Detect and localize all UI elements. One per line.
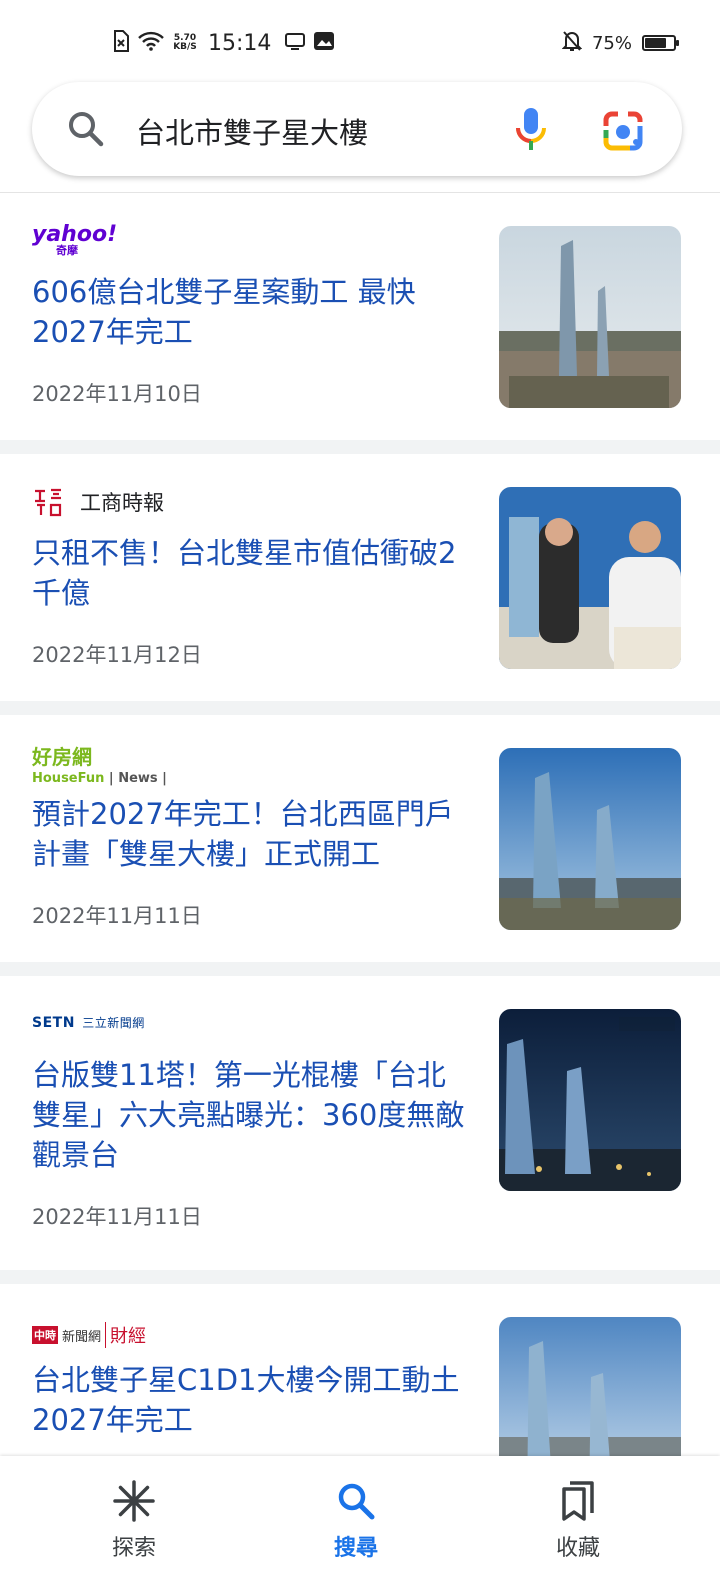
search-bar[interactable]: 台北市雙子星大樓 xyxy=(32,82,682,176)
source-name: 好房網 xyxy=(32,745,92,769)
result-title[interactable]: 606億台北雙子星案動工 最快2027年完工 xyxy=(32,272,472,352)
result-title[interactable]: 台北雙子星C1D1大樓今開工動土 2027年完工 xyxy=(32,1360,472,1440)
google-lens-icon[interactable] xyxy=(602,110,644,156)
no-sim-icon xyxy=(112,30,130,56)
result-card[interactable]: 好房網 HouseFun | News | 預計2027年完工！台北西區門戶計畫… xyxy=(0,715,720,976)
asterisk-icon[interactable] xyxy=(74,1476,194,1526)
source-sub: 三立新聞網 xyxy=(82,1016,145,1030)
result-card[interactable]: 中時 新聞網 財經 台北雙子星C1D1大樓今開工動土 2027年完工 xyxy=(0,1284,720,1499)
result-card[interactable]: SETN 三立新聞網 台版雙11塔！第一光棍樓「台北雙星」六大亮點曝光：360度… xyxy=(0,976,720,1284)
bottom-navigation: 探索 搜尋 收藏 xyxy=(0,1456,720,1584)
result-date: 2022年11月11日 xyxy=(32,1205,202,1229)
nav-label[interactable]: 探索 xyxy=(74,1530,194,1562)
result-date: 2022年11月12日 xyxy=(32,643,202,667)
source-logo-chinatimes: 中時 新聞網 財經 xyxy=(32,1322,146,1348)
search-icon[interactable] xyxy=(66,109,106,153)
battery-fill xyxy=(645,38,666,48)
net-speed: 5.70 KB/S xyxy=(172,34,198,52)
nav-collections[interactable]: 收藏 xyxy=(518,1476,638,1562)
battery-percent: 75% xyxy=(591,32,632,54)
status-right: 75% xyxy=(561,30,679,56)
result-title[interactable]: 只租不售！台北雙星市值估衝破2千億 xyxy=(32,533,472,613)
search-icon[interactable] xyxy=(296,1476,416,1526)
bookmarks-icon[interactable] xyxy=(518,1476,638,1526)
nav-label[interactable]: 搜尋 xyxy=(296,1530,416,1562)
source-name: SETN xyxy=(32,1015,75,1031)
yahoo-logo: yahoo! 奇摩 xyxy=(32,224,117,257)
results-list: yahoo! 奇摩 606億台北雙子星案動工 最快2027年完工 2022年11… xyxy=(0,193,720,1499)
net-speed-unit: KB/S xyxy=(173,42,197,52)
source-sub: HouseFun xyxy=(32,771,105,786)
source-name: 中時 xyxy=(32,1326,58,1344)
status-left: 5.70 KB/S 15:14 xyxy=(112,30,335,56)
battery-icon xyxy=(642,35,679,51)
source-sub: 新聞網 xyxy=(62,1329,102,1345)
result-date: 2022年11月10日 xyxy=(32,382,202,406)
result-thumbnail[interactable] xyxy=(499,487,681,669)
result-thumbnail[interactable] xyxy=(499,226,681,408)
status-bar: 5.70 KB/S 15:14 75% xyxy=(0,0,720,80)
source-sub2: News xyxy=(118,771,158,786)
result-thumbnail[interactable] xyxy=(499,1009,681,1191)
source-name: 工商時報 xyxy=(80,491,164,515)
source-logo-housefun: 好房網 HouseFun | News | xyxy=(32,747,167,786)
result-date: 2022年11月11日 xyxy=(32,904,202,928)
screen: 5.70 KB/S 15:14 75% 台北市雙子星大樓 yahoo! 奇摩 6… xyxy=(0,0,720,1584)
source-logo-setn: SETN 三立新聞網 xyxy=(32,1014,145,1031)
source-logo-yahoo: yahoo! 奇摩 xyxy=(32,224,117,257)
result-card[interactable]: yahoo! 奇摩 606億台北雙子星案動工 最快2027年完工 2022年11… xyxy=(0,193,720,454)
clock: 15:14 xyxy=(208,30,272,56)
setn-logo: SETN 三立新聞網 xyxy=(32,1014,145,1031)
source-sub2: 財經 xyxy=(105,1322,146,1348)
cast-icon xyxy=(285,32,306,54)
nav-discover[interactable]: 探索 xyxy=(74,1476,194,1562)
nav-search[interactable]: 搜尋 xyxy=(296,1476,416,1562)
result-card[interactable]: 工商時報 只租不售！台北雙星市值估衝破2千億 2022年11月12日 xyxy=(0,454,720,715)
wifi-icon xyxy=(138,31,164,55)
notifications-off-icon xyxy=(561,30,583,56)
source-logo-ctee: 工商時報 xyxy=(32,486,164,518)
housefun-logo: 好房網 HouseFun | News | xyxy=(32,745,167,786)
search-query[interactable]: 台北市雙子星大樓 xyxy=(136,110,368,152)
microphone-icon[interactable] xyxy=(514,106,548,158)
result-thumbnail[interactable] xyxy=(499,748,681,930)
nav-label[interactable]: 收藏 xyxy=(518,1530,638,1562)
ctee-logo xyxy=(32,486,64,518)
chinatimes-logo: 中時 新聞網 財經 xyxy=(32,1322,146,1348)
result-title[interactable]: 預計2027年完工！台北西區門戶計畫「雙星大樓」正式開工 xyxy=(32,794,472,874)
result-title[interactable]: 台版雙11塔！第一光棍樓「台北雙星」六大亮點曝光：360度無敵觀景台 xyxy=(32,1055,472,1175)
gallery-icon xyxy=(313,31,335,55)
